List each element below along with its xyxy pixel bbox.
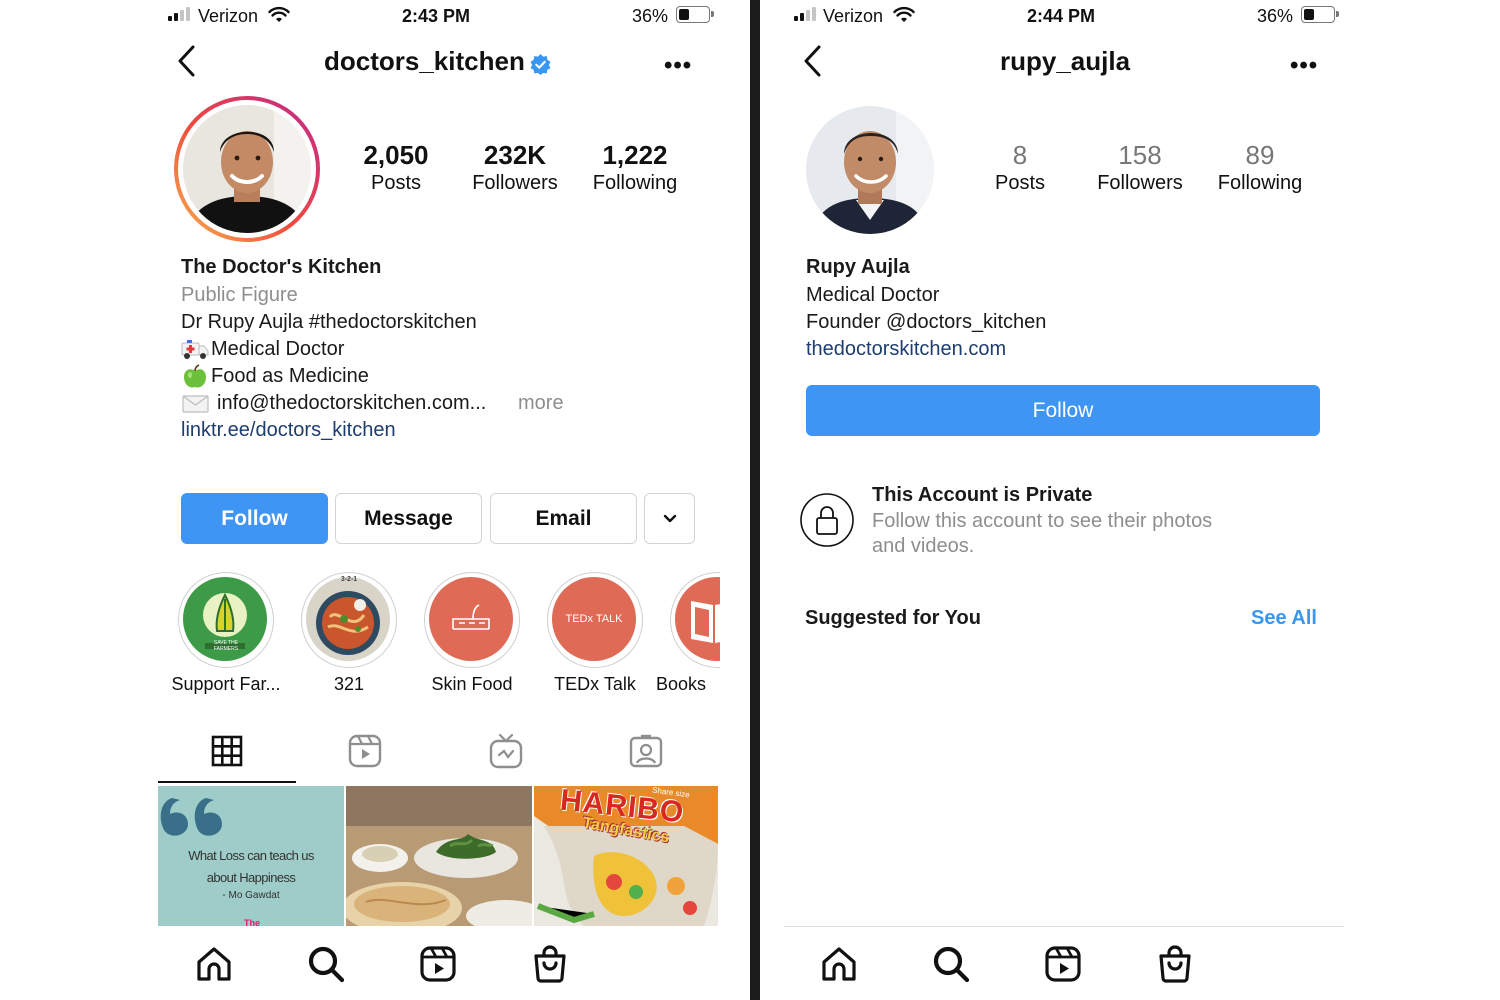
suggested-accounts-dropdown[interactable]	[644, 493, 695, 544]
bottom-nav-divider	[784, 926, 1344, 927]
chevron-down-icon	[663, 514, 676, 522]
shop-nav-icon[interactable]	[1155, 944, 1195, 984]
quote-marks-icon	[160, 798, 222, 836]
post-thumbnail[interactable]: What Loss can teach us about Happiness -…	[158, 786, 344, 926]
status-carrier: Verizon	[198, 6, 259, 26]
stat-posts-count: 2,050	[363, 140, 429, 170]
stat-followers-label: Followers	[1097, 172, 1183, 194]
active-tab-indicator	[158, 781, 296, 783]
post-thumbnail[interactable]: HARIBO Tangfastics Share size	[534, 786, 718, 926]
more-options-icon[interactable]: •••	[664, 52, 692, 80]
grid-tab-icon[interactable]	[211, 735, 243, 767]
message-button[interactable]: Message	[335, 493, 482, 544]
wifi-icon	[893, 6, 915, 22]
envelope-icon	[182, 395, 209, 413]
private-account-desc-line-2: and videos.	[872, 535, 975, 557]
profile-display-name: Rupy Aujla	[806, 256, 910, 278]
profile-screen-doctors-kitchen: Verizon 2:43 PM 36% doctors_kitchen •••	[158, 0, 720, 1000]
see-all-link[interactable]: See All	[1251, 607, 1317, 630]
home-nav-icon[interactable]	[194, 944, 234, 984]
bio-line-4: info@thedoctorskitchen.com...	[217, 392, 487, 414]
post-quote-author: - Mo Gawdat	[222, 890, 280, 901]
profile-screen-rupy-aujla: Verizon 2:44 PM 36% rupy_aujla ••• 8 Pos…	[784, 0, 1344, 1000]
battery-icon	[1301, 6, 1339, 23]
verified-badge-icon	[530, 54, 551, 75]
bio-link[interactable]: linktr.ee/doctors_kitchen	[181, 419, 396, 442]
profile-username: doctors_kitchen	[324, 46, 525, 76]
profile-username: rupy_aujla	[1000, 46, 1131, 76]
private-account-desc-line-1: Follow this account to see their photos	[872, 510, 1213, 532]
skin-layer-icon	[452, 604, 490, 630]
highlight-badge-text: 3-2-1	[340, 576, 358, 583]
suggested-for-you-title: Suggested for You	[805, 607, 981, 629]
private-account-title: This Account is Private	[872, 484, 1093, 506]
reels-nav-icon[interactable]	[1043, 944, 1083, 984]
cell-signal-icon	[168, 7, 194, 21]
search-nav-icon[interactable]	[931, 944, 971, 984]
stat-posts-label: Posts	[370, 172, 422, 194]
status-time: 2:43 PM	[402, 6, 471, 26]
wifi-icon	[268, 6, 290, 22]
stat-followers-count[interactable]: 232K	[455, 140, 575, 171]
bio-line-2: Founder @doctors_kitchen	[806, 311, 1047, 333]
profile-display-name: The Doctor's Kitchen	[181, 256, 382, 278]
pasta-bowl-icon	[316, 591, 380, 655]
post-quote-line-2: about Happiness	[206, 870, 296, 885]
follow-button[interactable]: Follow	[181, 493, 328, 544]
bio-line-2: Medical Doctor	[211, 338, 345, 360]
igtv-tab-icon[interactable]	[489, 733, 523, 769]
post-quote-line-1: What Loss can teach us	[188, 848, 314, 863]
battery-icon	[676, 6, 714, 23]
stat-followers-count: 158	[1118, 140, 1162, 170]
profile-avatar[interactable]	[804, 104, 936, 236]
tagged-tab-icon[interactable]	[629, 734, 663, 768]
highlight-label: Books	[656, 674, 707, 694]
highlight-badge-text: TEDx TALK	[565, 613, 623, 625]
profile-avatar[interactable]	[174, 96, 320, 242]
stat-following-label[interactable]: Following	[575, 172, 695, 195]
profile-category: Public Figure	[181, 284, 298, 306]
battery-percent: 36%	[632, 6, 669, 26]
post-quote-peek: The	[244, 918, 261, 926]
email-button[interactable]: Email	[490, 493, 637, 544]
battery-percent: 36%	[1257, 6, 1294, 26]
stat-following-count: 89	[1245, 140, 1275, 170]
stat-following-count[interactable]: 1,222	[575, 140, 695, 171]
reels-nav-icon[interactable]	[418, 944, 458, 984]
status-carrier: Verizon	[823, 6, 884, 26]
bio-line-1: Medical Doctor	[806, 284, 940, 306]
green-apple-icon	[184, 364, 206, 388]
back-chevron-icon[interactable]	[176, 44, 198, 78]
bio-line-3: Food as Medicine	[211, 365, 369, 387]
shop-nav-icon[interactable]	[530, 944, 570, 984]
ambulance-icon	[181, 340, 209, 359]
highlight-badge-text: SAVE THE FARMERS	[213, 640, 239, 652]
stat-following-label: Following	[1217, 172, 1303, 194]
screen-divider	[750, 0, 760, 1000]
post-thumbnail[interactable]	[346, 786, 532, 926]
home-nav-icon[interactable]	[819, 944, 859, 984]
more-options-icon[interactable]: •••	[1290, 52, 1318, 80]
status-time: 2:44 PM	[1027, 6, 1096, 26]
reels-tab-icon[interactable]	[348, 734, 382, 768]
stat-posts-count: 8	[1012, 140, 1028, 170]
bio-more-link[interactable]: more	[518, 392, 564, 415]
highlight-label: TEDx Talk	[554, 674, 636, 694]
lock-icon	[800, 493, 854, 547]
stat-posts-label: Posts	[994, 172, 1046, 194]
follow-button[interactable]: Follow	[806, 385, 1320, 436]
bio-line-1: Dr Rupy Aujla #thedoctorskitchen	[181, 311, 477, 333]
food-photo	[346, 786, 532, 926]
back-chevron-icon[interactable]	[802, 44, 824, 78]
search-nav-icon[interactable]	[306, 944, 346, 984]
bio-link[interactable]: thedoctorskitchen.com	[806, 338, 1006, 361]
cell-signal-icon	[794, 7, 820, 21]
stat-followers-label[interactable]: Followers	[455, 172, 575, 195]
